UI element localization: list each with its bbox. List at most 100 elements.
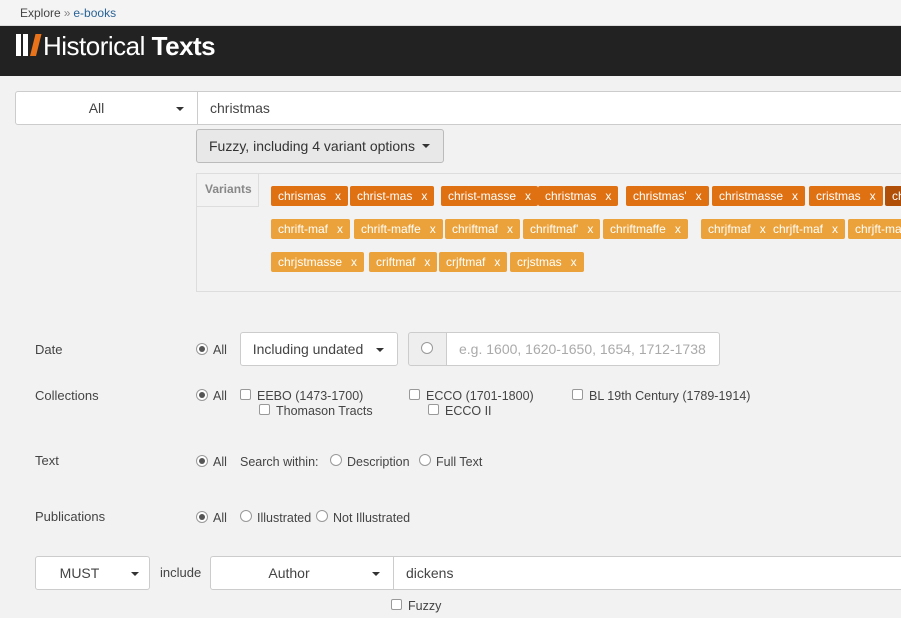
author-fuzzy-checkbox[interactable] <box>391 599 402 610</box>
variant-tag-label: chrift-maffe <box>361 222 421 236</box>
variant-tag-label: chriftmaf <box>452 222 499 236</box>
variant-tag: christmas' x <box>626 186 709 206</box>
remove-variant-icon[interactable]: x <box>525 189 531 203</box>
remove-variant-icon[interactable]: x <box>696 189 702 203</box>
text-label: Text <box>35 453 59 468</box>
illustrated-radio[interactable] <box>240 510 252 522</box>
variant-tag: cristmas x <box>809 186 883 206</box>
variant-tag-label: crjstmas <box>517 255 562 269</box>
variant-tag: crjstmas x <box>510 252 584 272</box>
illustrated-label: Illustrated <box>257 511 312 525</box>
eebo-checkbox[interactable] <box>240 389 251 400</box>
remove-variant-icon[interactable]: x <box>424 255 430 269</box>
author-input[interactable]: dickens <box>393 556 901 590</box>
not-illustrated-radio[interactable] <box>316 510 328 522</box>
search-scope-value: All <box>88 100 105 116</box>
full-text-radio[interactable] <box>419 454 431 466</box>
variant-tag: chriftmaf x <box>445 219 521 239</box>
remove-variant-icon[interactable]: x <box>430 222 436 236</box>
remove-variant-icon[interactable]: x <box>792 189 798 203</box>
thomason-checkbox[interactable] <box>259 404 270 415</box>
remove-variant-icon[interactable]: x <box>605 189 611 203</box>
date-label: Date <box>35 342 63 357</box>
publications-label: Publications <box>35 509 106 524</box>
variant-tag: christmasse x <box>712 186 806 206</box>
variants-label: Variants <box>197 174 259 207</box>
date-all-label: All <box>213 343 227 357</box>
remove-variant-icon[interactable]: x <box>760 222 766 236</box>
variant-tag: christmas x <box>538 186 619 206</box>
field-select[interactable]: Author <box>210 556 394 590</box>
date-range-radio[interactable] <box>421 342 433 354</box>
variant-tag: crjftmaf x <box>439 252 508 272</box>
fuzzy-options-button[interactable]: Fuzzy, including 4 variant options <box>196 129 444 163</box>
variant-tag-label: christ-masse <box>448 189 517 203</box>
full-text-label: Full Text <box>436 455 483 469</box>
remove-variant-icon[interactable]: x <box>494 255 500 269</box>
variant-tag: chrjfmaf x <box>701 219 773 239</box>
remove-variant-icon[interactable]: x <box>587 222 593 236</box>
author-fuzzy-label: Fuzzy <box>408 599 442 613</box>
collections-label: Collections <box>35 388 99 403</box>
date-range-radio-addon[interactable] <box>408 332 448 366</box>
date-all-radio[interactable] <box>196 343 208 355</box>
undated-select-value: Including undated <box>252 341 364 357</box>
variant-tag-label: chrjft-maf <box>773 222 824 236</box>
variant-tag: chrjft-max <box>848 219 901 239</box>
site-header: Historical Texts <box>0 26 901 76</box>
publications-all-radio[interactable] <box>196 511 208 523</box>
variant-tag: christ-masse x <box>441 186 539 206</box>
eebo-label: EEBO (1473-1700) <box>257 389 364 403</box>
chevron-down-icon <box>376 348 384 352</box>
breadcrumb-explore-link[interactable]: Explore <box>20 6 61 20</box>
variant-tag: chrift-maffe x <box>354 219 443 239</box>
remove-variant-icon[interactable]: x <box>870 189 876 203</box>
variant-tag-label: chriftmaffe <box>610 222 666 236</box>
operator-value: MUST <box>59 565 100 581</box>
bl19-checkbox[interactable] <box>572 389 583 400</box>
chevron-down-icon <box>421 144 430 148</box>
chevron-down-icon <box>176 107 184 111</box>
site-title[interactable]: Historical Texts <box>43 31 216 62</box>
date-range-input[interactable]: e.g. 1600, 1620-1650, 1654, 1712-1738 <box>446 332 720 366</box>
ecco-checkbox[interactable] <box>409 389 420 400</box>
variant-tag-label: cristmas <box>816 189 861 203</box>
remove-variant-icon[interactable]: x <box>351 255 357 269</box>
operator-select[interactable]: MUST <box>35 556 150 590</box>
collections-all-radio[interactable] <box>196 389 208 401</box>
breadcrumb-current-link[interactable]: e-books <box>73 6 116 20</box>
include-label: include <box>160 565 202 580</box>
variant-tag: chrift-maf x <box>271 219 351 239</box>
remove-variant-icon[interactable]: x <box>335 189 341 203</box>
ecco2-label: ECCO II <box>445 404 492 418</box>
variant-tag: chrismas x <box>271 186 349 206</box>
remove-variant-icon[interactable]: x <box>571 255 577 269</box>
ecco2-checkbox[interactable] <box>428 404 439 415</box>
search-scope-select[interactable]: All <box>15 91 198 125</box>
site-title-light: Historical <box>43 31 145 61</box>
ecco-label: ECCO (1701-1800) <box>426 389 534 403</box>
remove-variant-icon[interactable]: x <box>337 222 343 236</box>
bl19-label: BL 19th Century (1789-1914) <box>589 389 751 403</box>
variant-tag-label: chrjstmasse <box>278 255 343 269</box>
text-all-label: All <box>213 455 227 469</box>
variant-tag: christ-mas x <box>350 186 435 206</box>
books-logo-icon[interactable] <box>16 34 42 58</box>
remove-variant-icon[interactable]: x <box>832 222 838 236</box>
variant-tag-label: criftmaf <box>376 255 416 269</box>
variant-tag-label: chrift-maf <box>278 222 329 236</box>
text-all-radio[interactable] <box>196 455 208 467</box>
variant-tag-label: chrjfmaf <box>708 222 751 236</box>
remove-variant-icon[interactable]: x <box>421 189 427 203</box>
remove-variant-icon[interactable]: x <box>507 222 513 236</box>
remove-variant-icon[interactable]: x <box>675 222 681 236</box>
search-input[interactable]: christmas <box>197 91 901 125</box>
undated-select[interactable]: Including undated <box>240 332 398 366</box>
description-radio[interactable] <box>330 454 342 466</box>
variant-tag-label: christ-mas <box>357 189 413 203</box>
variant-tag-label: christmas' <box>633 189 687 203</box>
variants-panel: Variants chrismas x christ-mas x christ-mass… <box>196 173 901 292</box>
variant-tag-label: chrjft-ma <box>855 222 901 236</box>
publications-all-label: All <box>213 511 227 525</box>
chevron-down-icon <box>131 572 139 576</box>
